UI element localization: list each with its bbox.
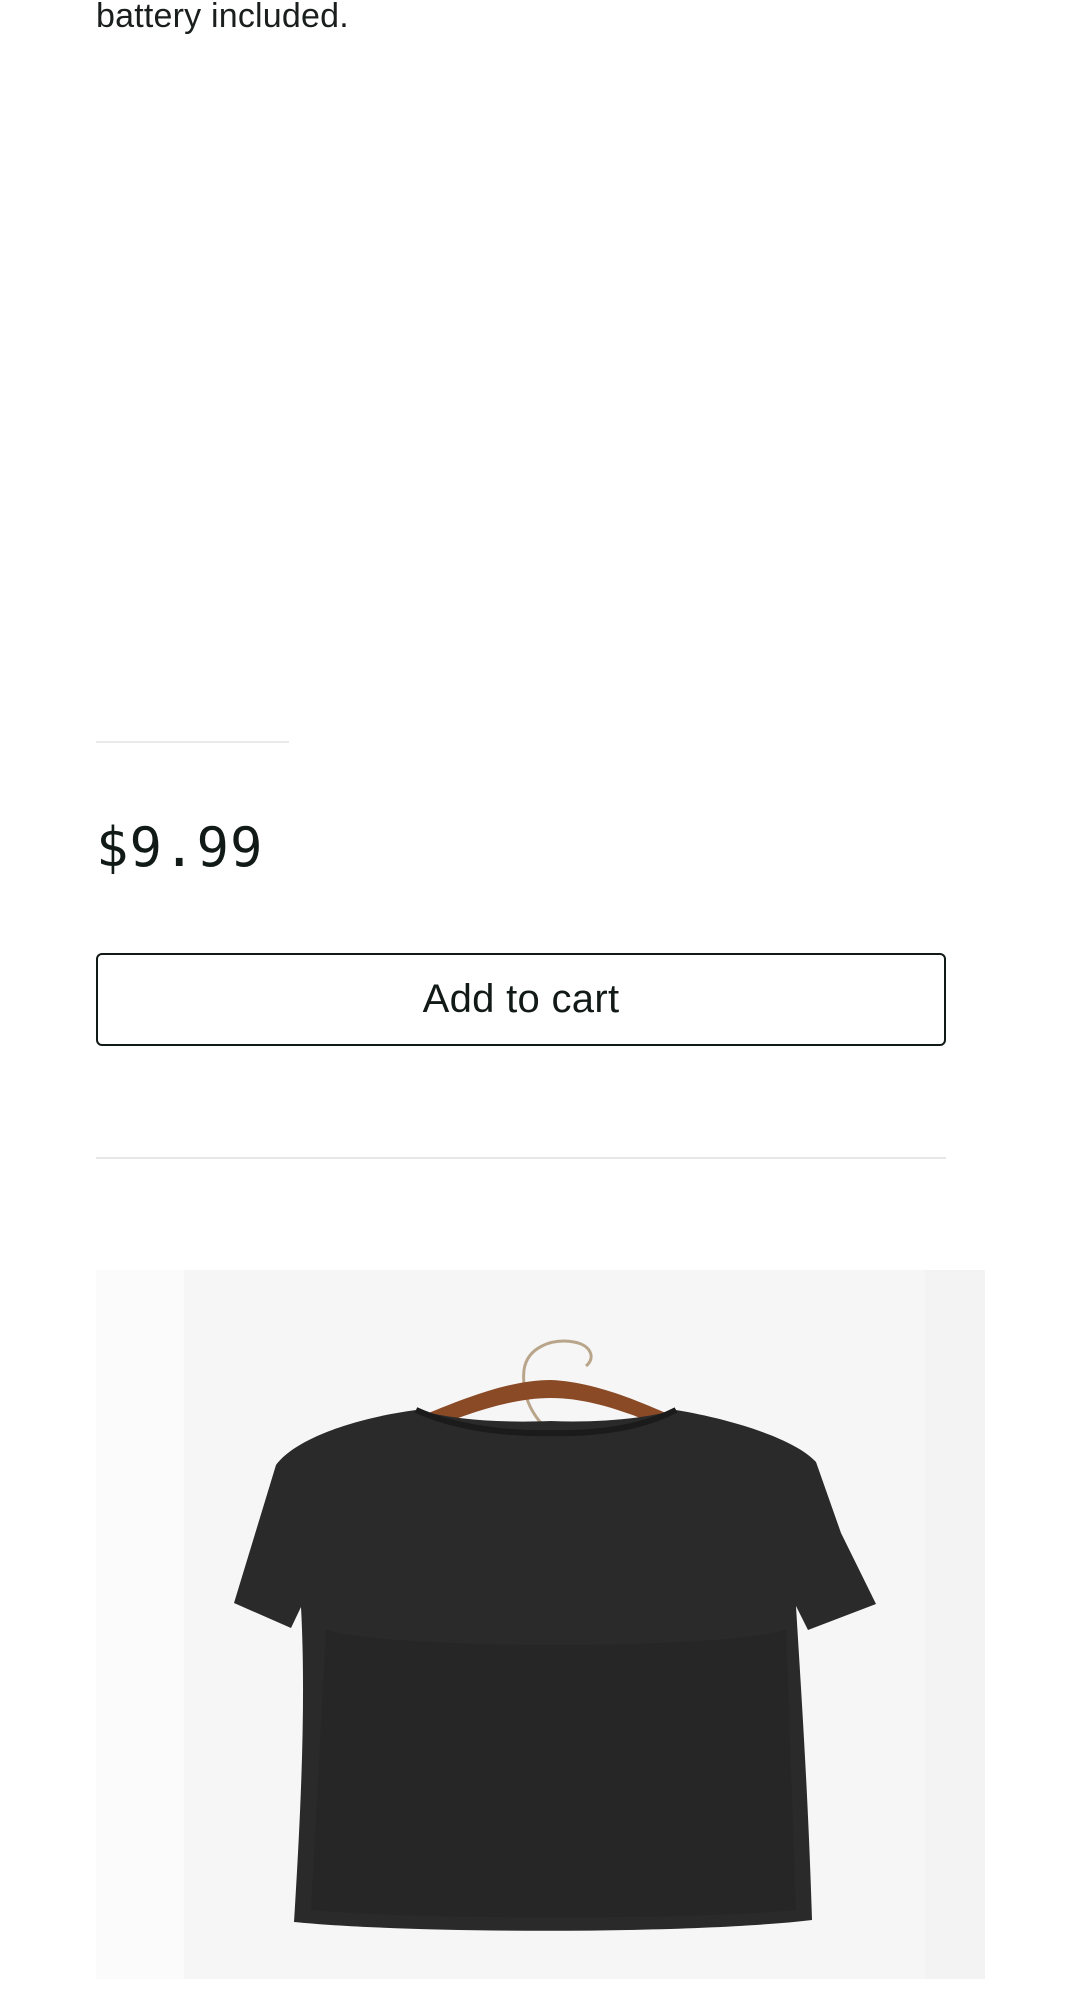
product-image[interactable]	[96, 1270, 985, 1979]
t-shirt-on-hanger-icon	[234, 1339, 876, 1931]
t-shirt-shading	[311, 1630, 796, 1918]
add-to-cart-button[interactable]: Add to cart	[96, 953, 946, 1046]
short-divider	[96, 741, 289, 743]
product-description-text: battery included.	[96, 0, 349, 35]
product-price: $9.99	[96, 816, 264, 879]
section-divider	[96, 1157, 946, 1159]
